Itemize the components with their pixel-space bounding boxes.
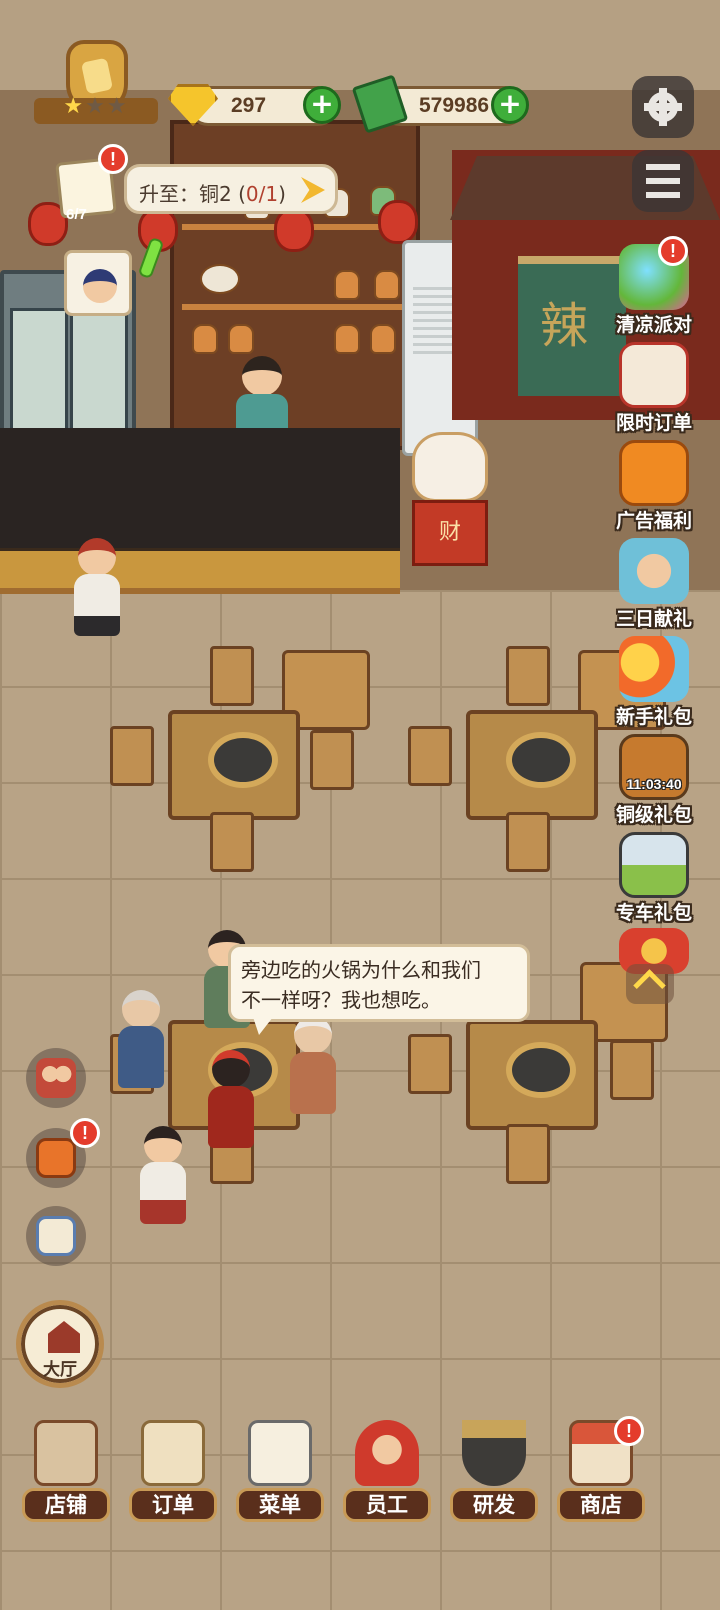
- chair: [110, 726, 154, 786]
- chair: [506, 812, 550, 872]
- hotpot-table[interactable]: [466, 1020, 598, 1130]
- nav-shop-store[interactable]: 店铺: [18, 1420, 114, 1530]
- customers-side-button[interactable]: [26, 1048, 86, 1108]
- storefront-icon: [34, 1420, 98, 1486]
- event-label: 铜级礼包: [615, 804, 692, 826]
- hall-button[interactable]: 大厅: [16, 1300, 104, 1388]
- nav-orders[interactable]: 订单: [125, 1420, 221, 1530]
- event-label: 限时订单: [615, 412, 692, 434]
- nav-label: 店铺: [22, 1488, 110, 1522]
- chair: [210, 646, 254, 706]
- nav-menu[interactable]: 菜单: [232, 1420, 328, 1530]
- event-label: 新手礼包: [615, 706, 692, 728]
- event-newbie-pack[interactable]: 新手礼包: [606, 636, 702, 729]
- hall-label: 大厅: [43, 1360, 77, 1380]
- staff-face-icon: [83, 269, 117, 303]
- gift-alert-badge: !: [70, 1118, 100, 1148]
- curtain-character: 辣: [540, 298, 589, 354]
- counter-trim: [0, 548, 400, 588]
- rank-badge[interactable]: ★★★: [34, 40, 158, 130]
- customer-speech-bubble: 旁边吃的火锅为什么和我们 不一样呀？我也想吃。: [228, 944, 530, 1022]
- chair: [210, 812, 254, 872]
- speech-line-2: 不一样呀？我也想吃。: [241, 988, 441, 1012]
- event-limited-order[interactable]: 限时订单: [606, 342, 702, 435]
- wok-icon: [462, 1420, 526, 1486]
- add-gems-button[interactable]: +: [303, 86, 341, 124]
- event-label: 广告福利: [615, 510, 692, 532]
- customer-character[interactable]: [208, 1050, 254, 1148]
- event-label: 专车礼包: [615, 902, 692, 924]
- hotpot-table[interactable]: [466, 710, 598, 820]
- nav-staff[interactable]: 员工: [339, 1420, 435, 1530]
- calendar-icon: [619, 342, 689, 408]
- event-ad-bonus[interactable]: 广告福利: [606, 440, 702, 533]
- chair: [506, 1124, 550, 1184]
- event-label: 三日献礼: [615, 608, 692, 630]
- gear-icon: [644, 88, 682, 126]
- nav-label: 菜单: [236, 1488, 324, 1522]
- staff-portrait-card[interactable]: [64, 250, 132, 316]
- nav-research[interactable]: 研发: [446, 1420, 542, 1530]
- recipe-book-side-button[interactable]: [26, 1206, 86, 1266]
- customers-icon: [36, 1058, 76, 1098]
- upgrade-goal-banner[interactable]: 升至：铜2 (0/1): [124, 164, 338, 214]
- nav-label: 员工: [343, 1488, 431, 1522]
- waiter-character[interactable]: [140, 1126, 186, 1224]
- rank-stars: ★★★: [63, 94, 129, 119]
- task-count: 6/7: [66, 206, 87, 223]
- staff-avatar-icon: [355, 1420, 419, 1486]
- car-icon: [619, 832, 689, 898]
- red-lantern: [378, 200, 418, 244]
- event-alert-badge: !: [658, 236, 688, 266]
- nav-label: 订单: [129, 1488, 217, 1522]
- shop-alert-badge: !: [614, 1416, 644, 1446]
- cash-value: 579986: [419, 94, 490, 117]
- collapse-events-button[interactable]: [626, 964, 674, 1004]
- gems-value: 297: [231, 94, 267, 117]
- customer-character[interactable]: [118, 990, 164, 1088]
- menu-list-button[interactable]: [632, 150, 694, 212]
- food-bundle-icon: [619, 636, 689, 702]
- settings-button[interactable]: [632, 76, 694, 138]
- book-icon: [36, 1216, 76, 1256]
- event-three-day-gift[interactable]: 三日献礼: [606, 538, 702, 631]
- nav-label: 商店: [557, 1488, 645, 1522]
- house-icon: [48, 1321, 80, 1353]
- bronze-pack-timer: 11:03:40: [626, 776, 682, 792]
- upgrade-text: 升至：铜2 (0/1): [139, 182, 286, 206]
- event-car-pack[interactable]: 专车礼包: [606, 832, 702, 925]
- chevron-right-icon: [301, 177, 325, 203]
- hotpot-table[interactable]: [168, 710, 300, 820]
- list-icon: [646, 164, 680, 198]
- event-label: 清凉派对: [615, 314, 692, 336]
- chair: [506, 646, 550, 706]
- chair: [610, 1040, 654, 1100]
- nav-label: 研发: [450, 1488, 538, 1522]
- checklist-icon: [248, 1420, 312, 1486]
- chair: [310, 730, 354, 790]
- speech-line-1: 旁边吃的火锅为什么和我们: [241, 958, 481, 982]
- lucky-cat[interactable]: [412, 432, 488, 502]
- chair: [408, 726, 452, 786]
- gift-megaphone-icon: [36, 1138, 76, 1178]
- box-character: 财: [438, 520, 461, 545]
- upgrade-progress: 0/1: [245, 182, 279, 206]
- game-screen: 辣 财 旁边吃的火锅为什么和我们 不一样呀？我也想吃。 ★★★ 297 + 57…: [0, 0, 720, 1610]
- customer-character[interactable]: [290, 1016, 336, 1114]
- cloche-scroll-icon: [141, 1420, 205, 1486]
- chair: [408, 1034, 452, 1094]
- character-gift-icon: [619, 538, 689, 604]
- waiter-character[interactable]: [74, 538, 120, 636]
- video-play-icon: [619, 440, 689, 506]
- task-alert-badge: !: [98, 144, 128, 174]
- event-summer-party[interactable]: 清凉派对: [606, 244, 702, 337]
- add-cash-button[interactable]: +: [491, 86, 529, 124]
- red-lantern: [274, 208, 314, 252]
- event-bronze-pack[interactable]: 11:03:40 铜级礼包: [606, 734, 702, 827]
- lucky-cat-box[interactable]: 财: [412, 500, 488, 566]
